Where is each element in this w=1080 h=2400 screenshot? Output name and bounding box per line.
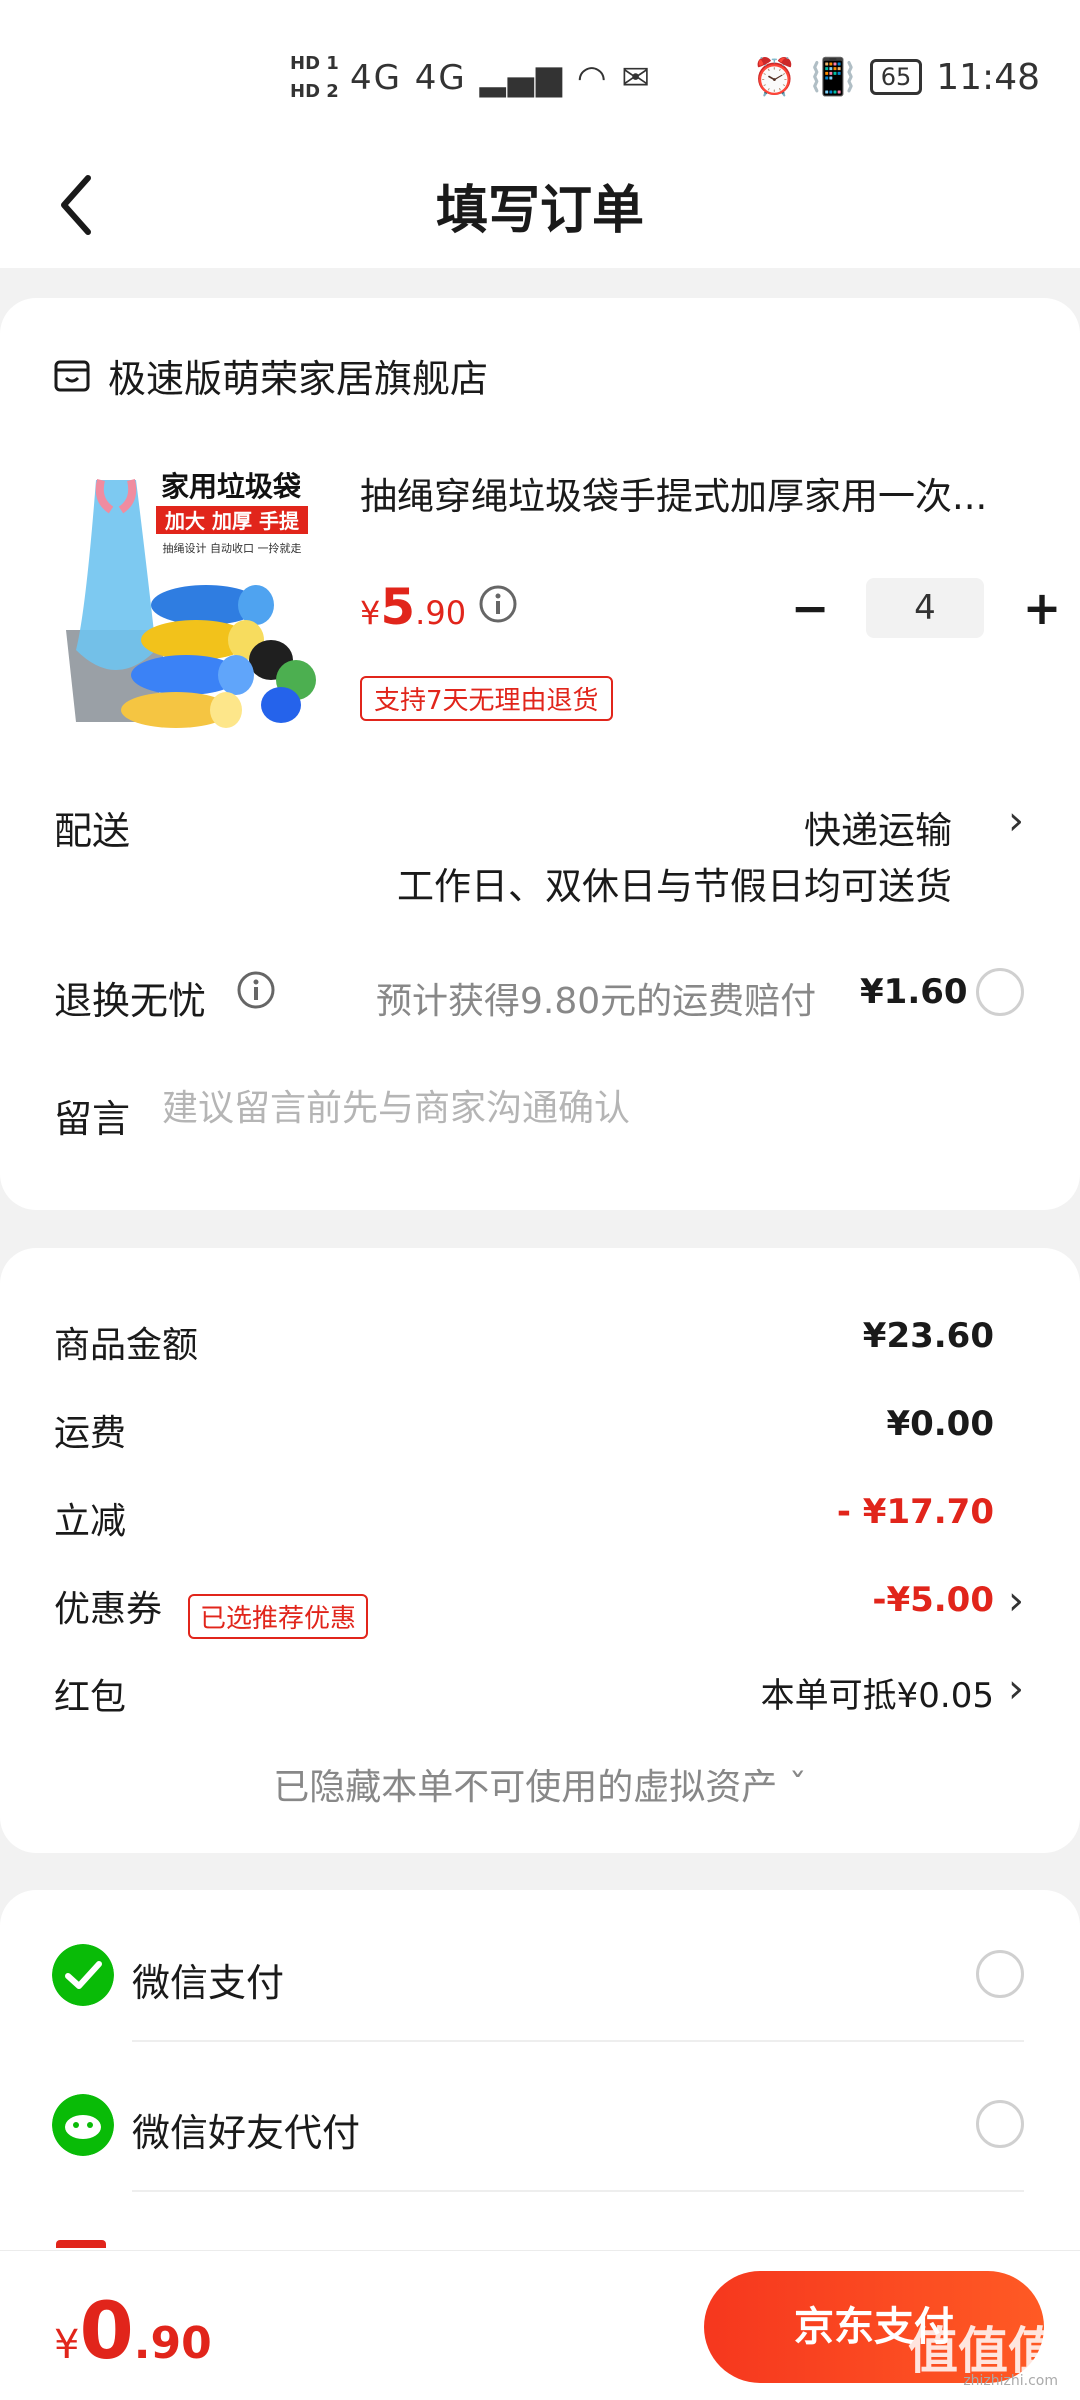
price-info-icon[interactable] xyxy=(478,584,518,624)
return-policy-badge: 支持7天无理由退货 xyxy=(360,676,613,721)
payment-option-wechat[interactable]: 微信支付 xyxy=(0,1890,1080,2040)
alarm-icon: ⏰ xyxy=(752,57,797,98)
wechat-friend-pay-label: 微信好友代付 xyxy=(132,2111,361,2155)
wechat-pay-icon xyxy=(52,1944,114,2006)
total-price: ¥ 0 .90 xyxy=(54,2287,212,2377)
wechat-friend-pay-radio[interactable] xyxy=(976,2100,1024,2148)
worry-free-description: 预计获得9.80元的运费赔付 xyxy=(376,981,817,1022)
product-image-tags: 加大 加厚 手提 xyxy=(164,509,300,533)
quantity-field[interactable]: 4 xyxy=(866,578,984,638)
coupon-label: 优惠券 xyxy=(54,1589,163,1630)
hd2-label: HD 2 xyxy=(290,81,339,102)
wechat-friend-pay-icon xyxy=(52,2094,114,2156)
hd-indicator: HD 1 HD 2 xyxy=(290,50,339,106)
quantity-stepper: − 4 + xyxy=(780,578,1072,638)
product-image-sub: 抽绳设计 自动收口 一拎就走 xyxy=(163,541,302,555)
status-bar: HD 1 HD 2 4G 4G ▂▄▆ ◠ ✉ ⏰ 📳 65 11:48 xyxy=(0,0,1080,150)
divider xyxy=(132,2190,1024,2192)
message-label: 留言 xyxy=(54,1097,131,1141)
checkout-bar: ¥ 0 .90 京东支付 值值值 zhizhizhi.com xyxy=(0,2250,1080,2400)
delivery-label: 配送 xyxy=(54,809,131,853)
status-right: ⏰ 📳 65 11:48 xyxy=(752,56,1040,99)
watermark-url: zhizhizhi.com xyxy=(963,2373,1058,2389)
product-image[interactable]: 家用垃圾袋 加大 加厚 手提 抽绳设计 自动收口 一拎就走 xyxy=(56,460,324,732)
nav-bar: 填写订单 xyxy=(0,150,1080,268)
chevron-right-icon[interactable]: › xyxy=(1008,798,1024,844)
increase-button[interactable]: + xyxy=(1012,578,1072,638)
unit-price: ¥ 5 .90 xyxy=(360,578,466,636)
price-decimal: .90 xyxy=(415,594,467,632)
signal-label: 4G 4G xyxy=(350,58,467,98)
wechat-pay-radio[interactable] xyxy=(976,1950,1024,1998)
chevron-right-icon[interactable]: › xyxy=(1008,1666,1024,1712)
fee-summary-card: 商品金额 ¥23.60 运费 ¥0.00 立减 - ¥17.70 优惠券 已选推… xyxy=(0,1248,1080,1853)
payment-option-wechat-friend[interactable]: 微信好友代付 xyxy=(0,2040,1080,2190)
worry-free-radio[interactable] xyxy=(976,968,1024,1016)
coupon-badge: 已选推荐优惠 xyxy=(188,1594,369,1639)
discount-value: - ¥17.70 xyxy=(836,1492,994,1532)
goods-amount-value: ¥23.60 xyxy=(862,1316,994,1356)
signal-icon: 4G 4G ▂▄▆ ◠ ✉ xyxy=(350,58,652,98)
info-icon[interactable] xyxy=(236,970,276,1010)
red-packet-value[interactable]: 本单可抵¥0.05 xyxy=(761,1668,994,1717)
price-symbol: ¥ xyxy=(360,594,381,632)
shop-name: 极速版萌荣家居旗舰店 xyxy=(108,357,489,401)
battery-icon: 65 xyxy=(869,59,923,95)
delivery-note: 工作日、双休日与节假日均可送货 xyxy=(397,865,952,908)
shipping-fee-value: ¥0.00 xyxy=(886,1404,994,1444)
discount-label: 立减 xyxy=(54,1501,127,1542)
total-integer: 0 xyxy=(79,2287,134,2377)
goods-amount-label: 商品金额 xyxy=(54,1325,199,1366)
hidden-assets-toggle[interactable]: 已隐藏本单不可使用的虚拟资产 ˇ xyxy=(0,1758,1080,1810)
hd1-label: HD 1 xyxy=(290,53,339,74)
message-input[interactable] xyxy=(162,1088,982,1129)
shipping-fee-label: 运费 xyxy=(54,1413,127,1454)
total-symbol: ¥ xyxy=(54,2322,80,2368)
wechat-pay-label: 微信支付 xyxy=(132,1961,285,2005)
chevron-right-icon[interactable]: › xyxy=(1008,1578,1024,1624)
worry-free-label: 退换无忧 xyxy=(54,979,207,1023)
shop-icon xyxy=(54,360,90,391)
partial-payment-icon xyxy=(56,2240,106,2248)
decrease-button[interactable]: − xyxy=(780,578,840,638)
delivery-method[interactable]: 快递运输 xyxy=(804,800,952,854)
red-packet-label: 红包 xyxy=(54,1677,127,1718)
header: HD 1 HD 2 4G 4G ▂▄▆ ◠ ✉ ⏰ 📳 65 11:48 填写订… xyxy=(0,0,1080,268)
shop-row[interactable]: 极速版萌荣家居旗舰店 xyxy=(52,348,488,403)
worry-free-price: ¥1.60 xyxy=(860,972,968,1012)
page-title: 填写订单 xyxy=(435,181,644,241)
total-decimal: .90 xyxy=(133,2318,212,2369)
coupon-value[interactable]: -¥5.00 xyxy=(872,1580,994,1620)
product-title[interactable]: 抽绳穿绳垃圾袋手提式加厚家用一次... xyxy=(360,466,1030,520)
payment-methods-card: 微信支付 微信好友代付 xyxy=(0,1890,1080,2310)
vibrate-icon: 📳 xyxy=(810,57,856,98)
order-card: 极速版萌荣家居旗舰店 家用垃圾袋 加大 加厚 手提 抽绳设计 自动收口 一拎就走… xyxy=(0,298,1080,1210)
product-image-headline: 家用垃圾袋 xyxy=(161,470,302,503)
price-integer: 5 xyxy=(380,578,416,636)
clock: 11:48 xyxy=(936,56,1040,98)
